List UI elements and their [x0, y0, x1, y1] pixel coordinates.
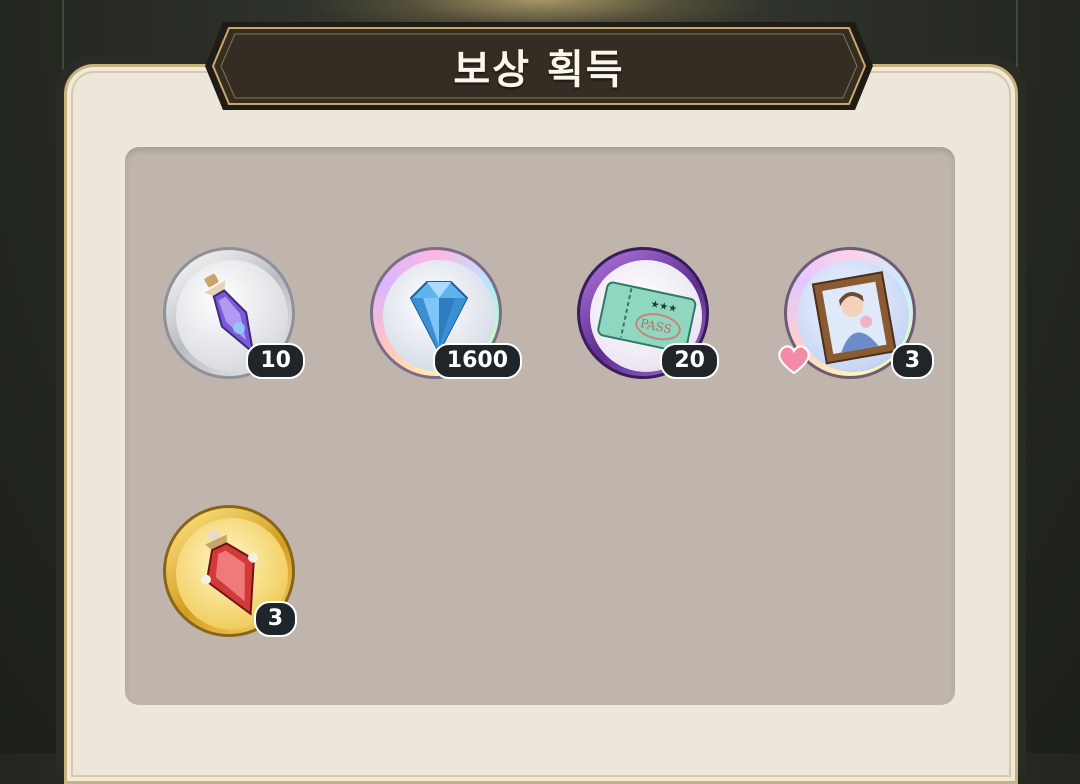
- reward-item[interactable]: 1600: [362, 239, 522, 389]
- reward-item[interactable]: 3: [155, 497, 305, 647]
- reward-count: 1600: [432, 343, 522, 379]
- reward-count: 3: [890, 343, 934, 379]
- reward-count: 3: [253, 601, 297, 637]
- reward-grid: 10 1600 ★★★ PASS 20 3 3: [125, 147, 955, 705]
- reward-item[interactable]: 3: [776, 239, 934, 389]
- reward-item[interactable]: 10: [155, 239, 305, 389]
- reward-item[interactable]: ★★★ PASS 20: [569, 239, 719, 389]
- reward-count: 10: [246, 343, 305, 379]
- heart-icon: [778, 345, 810, 375]
- reward-count: 20: [660, 343, 719, 379]
- dialog-title: 보상 획득: [453, 47, 625, 93]
- title-banner: 보상 획득: [205, 16, 873, 116]
